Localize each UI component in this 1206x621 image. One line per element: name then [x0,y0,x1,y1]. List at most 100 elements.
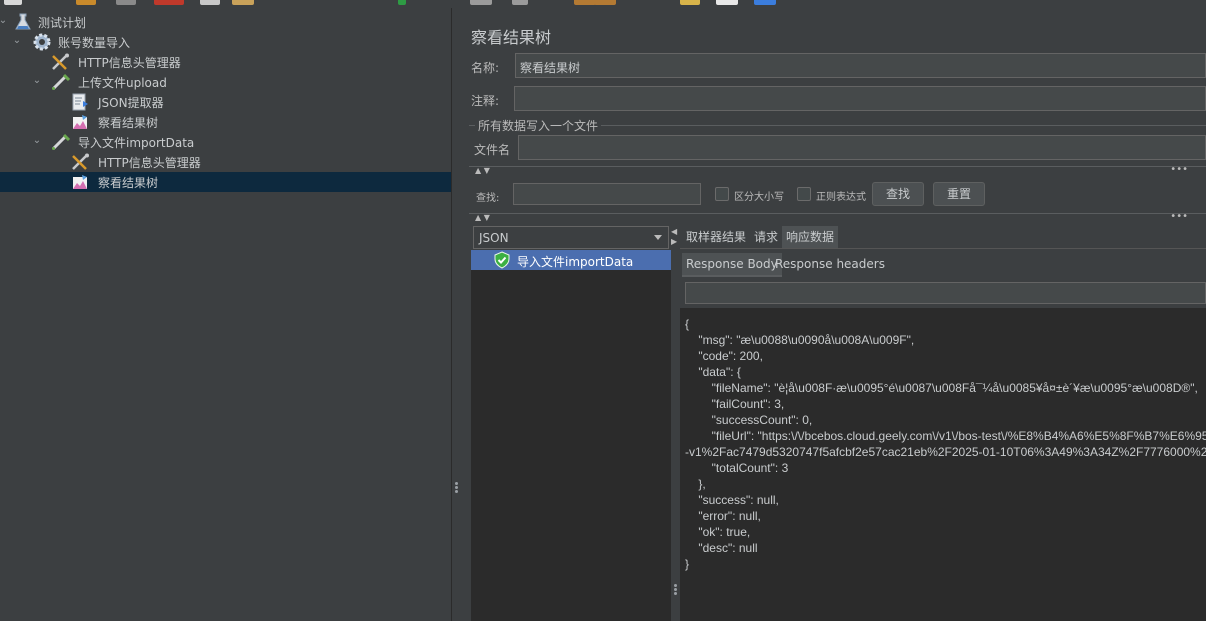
http-sampler-pipette-icon [50,133,71,151]
copy-icon[interactable] [200,0,220,5]
tree-item-label: HTTP信息头管理器 [78,56,181,70]
config-tools-icon [70,153,90,171]
tree-item-label: 上传文件upload [78,76,167,90]
main-splitter[interactable] [451,8,461,621]
file-group-title: 所有数据写入一个文件 [475,117,602,134]
collapse-bar-2[interactable]: ▲ ▼ ••• [469,211,1206,222]
response-body-line: "successCount": 0, [685,413,813,427]
tree-item-label: HTTP信息头管理器 [98,156,201,170]
tree-item-label: 察看结果树 [98,176,159,190]
response-search-input[interactable] [685,282,1206,304]
response-body-viewer[interactable]: { "msg": "æ\u0088\u0090å\u008A\u009F", "… [680,308,1206,621]
case-sensitive-label: 区分大小写 [734,192,784,203]
tree-item-test-plan[interactable]: ⌄ 测试计划 [0,12,451,32]
paste-icon[interactable] [232,0,254,5]
name-field[interactable]: 察看结果树 [515,53,1206,78]
list-item[interactable]: 导入文件importData [471,250,671,270]
tab-request[interactable]: 请求 [750,226,782,248]
tree-item-json-extractor[interactable]: JSON提取器 [0,92,451,112]
more-dots-icon: ••• [1170,211,1188,222]
tree-item-label: 账号数量导入 [58,36,131,50]
response-body-line: } [685,557,690,571]
splitter-grip-icon [674,588,677,591]
splitter-grip-icon [674,592,677,595]
response-body-line: "success": null, [685,493,779,507]
log-viewer-icon[interactable] [716,0,738,5]
json-extractor-icon [70,93,90,111]
stop-icon[interactable] [470,0,492,5]
response-body-line: "data": { [685,365,741,379]
comment-label: 注释: [471,94,500,108]
splitter-grip-icon [455,490,458,493]
chevron-down-icon[interactable]: ⌄ [11,34,23,48]
reset-search-icon[interactable] [594,0,616,5]
collapse-right-icon[interactable]: ▶ [671,238,677,246]
save-icon[interactable] [116,0,136,5]
response-body-line: "error": null, [685,509,761,523]
response-body-line: }, [685,477,706,491]
start-icon[interactable] [398,0,406,5]
search-toolbar-icon[interactable] [574,0,596,5]
comment-field[interactable] [514,86,1206,111]
collapse-left-icon[interactable]: ◀ [671,228,677,236]
tab-response-headers[interactable]: Response headers [771,253,889,275]
tree-item-label: 测试计划 [38,16,87,30]
response-body-line: "totalCount": 3 [685,461,789,475]
tree-item-upload-sampler[interactable]: ⌄ 上传文件upload [0,72,451,92]
chevron-down-icon[interactable]: ⌄ [31,134,43,148]
clear-icon[interactable] [512,0,528,5]
help-icon[interactable] [754,0,776,5]
listener-chart-icon [70,113,90,131]
page-title: 察看结果树 [471,28,552,47]
tab-sampler-result[interactable]: 取样器结果 [682,226,750,248]
regex-checkbox[interactable] [797,187,811,201]
search-label: 查找: [476,193,500,204]
response-body-line: { [685,317,690,331]
find-button[interactable]: 查找 [872,182,924,206]
tree-item-result-tree-1[interactable]: 察看结果树 [0,112,451,132]
filename-field[interactable] [518,135,1206,160]
tree-item-result-tree-2[interactable]: 察看结果树 [0,172,451,192]
tree-item-header-manager-1[interactable]: HTTP信息头管理器 [0,52,451,72]
splitter-grip-icon [674,584,677,587]
expand-arrows-icon[interactable]: ▲ ▼ [475,214,490,222]
chevron-down-icon[interactable]: ⌄ [0,14,9,28]
tree-item-import-sampler[interactable]: ⌄ 导入文件importData [0,132,451,152]
new-icon[interactable] [4,0,22,5]
config-tools-icon [50,53,70,71]
renderer-select-value: JSON [479,231,509,245]
sample-results-list: 导入文件importData [471,250,671,621]
response-body-line: "code": 200, [685,349,763,363]
results-splitter[interactable]: ◀ ▶ [671,224,679,621]
renderer-select[interactable]: JSON [473,226,669,249]
search-field[interactable] [513,183,701,205]
tree-item-label: 察看结果树 [98,116,159,130]
expand-arrows-icon[interactable]: ▲ ▼ [475,167,490,175]
tab-response-body[interactable]: Response Body [682,253,782,277]
test-plan-flask-icon [13,13,33,31]
test-plan-tree: ⌄ 测试计划 ⌄ 账号数量导入 HTTP信息头管理器 ⌄ 上传文件upload … [0,8,451,621]
name-label: 名称: [471,61,500,75]
chevron-down-icon[interactable] [654,235,662,240]
tree-item-label: 导入文件importData [78,136,195,150]
collapse-bar-1[interactable]: ▲ ▼ ••• [469,164,1206,175]
success-shield-icon [493,251,513,269]
reset-button[interactable]: 重置 [933,182,985,206]
filename-label: 文件名 [474,143,511,157]
response-body-line: "ok": true, [685,525,751,539]
response-body-line: "desc": null [685,541,758,555]
tree-item-thread-group[interactable]: ⌄ 账号数量导入 [0,32,451,52]
thread-group-gear-icon [31,33,51,51]
function-helper-icon[interactable] [680,0,700,5]
case-sensitive-checkbox[interactable] [715,187,729,201]
splitter-grip-icon [455,482,458,485]
tab-response-data[interactable]: 响应数据 [782,226,839,248]
cut-icon[interactable] [154,0,184,5]
tree-item-header-manager-2[interactable]: HTTP信息头管理器 [0,152,451,172]
splitter-grip-icon [455,486,458,489]
open-icon[interactable] [76,0,96,5]
chevron-down-icon[interactable]: ⌄ [31,74,43,88]
response-body-text: { "msg": "æ\u0088\u0090å\u008A\u009F", "… [685,316,1206,572]
more-dots-icon: ••• [1170,164,1188,175]
listener-chart-icon [70,173,90,191]
